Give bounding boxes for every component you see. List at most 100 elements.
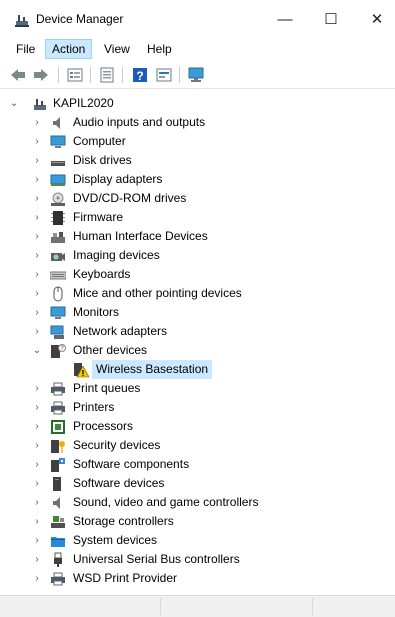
chevron-right-icon[interactable]: ›: [32, 436, 42, 455]
scan-hardware-icon[interactable]: [187, 66, 205, 84]
status-divider: [160, 598, 161, 615]
computer-root-icon: [34, 99, 46, 110]
menu-view[interactable]: View: [98, 39, 136, 59]
device-tree: ⌄ KAPIL2020 › Audio inputs and outputs ›…: [0, 92, 395, 595]
chevron-down-icon[interactable]: ⌄: [9, 94, 19, 113]
keyboard-icon: [50, 271, 66, 280]
status-divider: [312, 598, 313, 615]
speaker-icon: [53, 117, 60, 129]
toolbar: ?: [0, 62, 395, 89]
chevron-right-icon[interactable]: ›: [32, 132, 42, 151]
chevron-right-icon[interactable]: ›: [32, 550, 42, 569]
chevron-down-icon[interactable]: ⌄: [32, 341, 42, 360]
mouse-icon: [53, 286, 63, 302]
maximize-button[interactable]: ☐: [308, 4, 354, 34]
toolbar-separator: [90, 67, 91, 83]
chevron-right-icon[interactable]: ›: [32, 398, 42, 417]
tree-category-label: Disk drives: [73, 153, 132, 167]
system-folder-icon: [51, 537, 65, 547]
menu-help[interactable]: Help: [141, 39, 178, 59]
toolbar-separator: [58, 67, 59, 83]
monitor-icon: [50, 135, 66, 148]
hid-icon: [51, 232, 65, 243]
tree-category-label: Firmware: [73, 210, 123, 224]
back-icon[interactable]: [9, 66, 27, 84]
tree-category-label: Keyboards: [73, 267, 131, 281]
tree-category-label: Universal Serial Bus controllers: [73, 552, 240, 566]
chevron-right-icon[interactable]: ›: [32, 379, 42, 398]
chevron-right-icon[interactable]: ›: [32, 265, 42, 284]
status-bar: [0, 595, 395, 617]
tree-category-label: Printers: [73, 400, 115, 414]
chevron-right-icon[interactable]: ›: [32, 284, 42, 303]
device-manager-icon: [15, 15, 29, 27]
help-icon[interactable]: ?: [131, 66, 149, 84]
minimize-button[interactable]: —: [262, 4, 308, 34]
disk-drive-icon: [51, 161, 65, 166]
tree-category-label: Imaging devices: [73, 248, 160, 262]
title-bar: Device Manager — ☐ ✕: [0, 0, 395, 38]
tree-device-label: Wireless Basestation: [92, 360, 213, 379]
warning-device-icon: [74, 363, 89, 378]
chevron-right-icon[interactable]: ›: [32, 208, 42, 227]
tree-category-label: Storage controllers: [73, 514, 174, 528]
storage-controller-icon: [51, 516, 65, 528]
chevron-right-icon[interactable]: ›: [32, 474, 42, 493]
close-button[interactable]: ✕: [354, 4, 395, 34]
svg-text:?: ?: [136, 69, 143, 83]
menu-file[interactable]: File: [10, 39, 41, 59]
software-device-icon: [53, 477, 61, 491]
chevron-right-icon[interactable]: ›: [32, 189, 42, 208]
toolbar-separator: [179, 67, 180, 83]
monitor-icon: [50, 306, 66, 319]
tree-category-label: Print queues: [73, 381, 141, 395]
dvd-drive-icon: [51, 192, 65, 206]
tree-category-label: Network adapters: [73, 324, 168, 338]
speaker-icon: [53, 497, 60, 509]
chevron-right-icon[interactable]: ›: [32, 246, 42, 265]
processor-icon: [51, 420, 65, 434]
chevron-right-icon[interactable]: ›: [32, 569, 42, 588]
chevron-right-icon[interactable]: ›: [32, 227, 42, 246]
chevron-right-icon[interactable]: ›: [32, 417, 42, 436]
menu-bar: File Action View Help: [0, 38, 395, 60]
tree-root-label: KAPIL2020: [53, 96, 114, 110]
properties-icon[interactable]: [66, 66, 84, 84]
camera-icon: [51, 253, 65, 261]
tree-category-label: WSD Print Provider: [73, 571, 178, 585]
tree-category-label: Other devices: [73, 343, 148, 357]
printer-icon: [51, 401, 65, 415]
chevron-right-icon[interactable]: ›: [32, 455, 42, 474]
tree-category-label: Security devices: [73, 438, 161, 452]
tree-category-label: Computer: [73, 134, 126, 148]
software-component-icon: [51, 458, 65, 472]
tree-category-label: Monitors: [73, 305, 120, 319]
chevron-right-icon[interactable]: ›: [32, 493, 42, 512]
chevron-right-icon[interactable]: ›: [32, 303, 42, 322]
toolbar-separator: [122, 67, 123, 83]
menu-action[interactable]: Action: [45, 39, 93, 59]
forward-icon[interactable]: [32, 66, 50, 84]
chevron-right-icon[interactable]: ›: [32, 512, 42, 531]
printer-icon: [51, 572, 65, 586]
chevron-right-icon[interactable]: ›: [32, 322, 42, 341]
tree-category-label: Processors: [73, 419, 134, 433]
firmware-chip-icon: [51, 211, 65, 225]
security-key-icon: [51, 440, 65, 453]
chevron-right-icon[interactable]: ›: [32, 531, 42, 550]
chevron-right-icon[interactable]: ›: [32, 113, 42, 132]
tree-category-label: Software devices: [73, 476, 165, 490]
window-title: Device Manager: [36, 12, 124, 26]
network-adapter-icon: [50, 325, 64, 339]
show-hidden-icon[interactable]: [155, 66, 173, 84]
display-adapter-icon: [50, 174, 66, 186]
tree-category-label: Audio inputs and outputs: [73, 115, 206, 129]
chevron-right-icon[interactable]: ›: [32, 170, 42, 189]
tree-category-label: Sound, video and game controllers: [73, 495, 259, 509]
usb-icon: [54, 552, 62, 567]
tree-category-label: Human Interface Devices: [73, 229, 208, 243]
update-driver-icon[interactable]: [98, 66, 116, 84]
chevron-right-icon[interactable]: ›: [32, 151, 42, 170]
tree-category-label: Software components: [73, 457, 190, 471]
tree-category-label: System devices: [73, 533, 158, 547]
